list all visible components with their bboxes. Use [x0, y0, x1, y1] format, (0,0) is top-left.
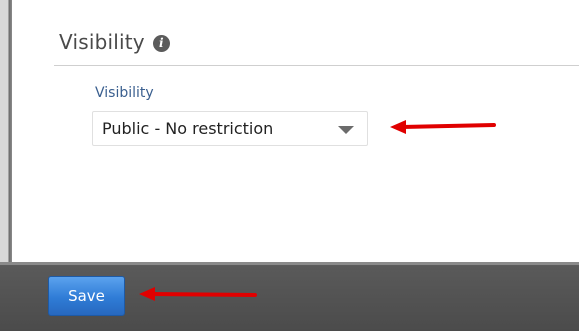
visibility-settings-window: Visibility i Visibility Public - No rest…: [0, 0, 579, 331]
section-header: Visibility i: [59, 30, 170, 54]
info-icon[interactable]: i: [152, 35, 170, 52]
left-page-edge: [0, 0, 12, 262]
visibility-select-value: Public - No restriction: [102, 119, 274, 138]
save-button[interactable]: Save: [48, 276, 125, 316]
annotation-arrow-select: [390, 120, 496, 134]
settings-panel: Visibility i Visibility Public - No rest…: [12, 0, 579, 262]
visibility-field-label: Visibility: [95, 85, 154, 101]
annotation-arrow-save: [139, 287, 257, 301]
footer-top-edge: [0, 262, 579, 265]
visibility-select[interactable]: Public - No restriction: [92, 111, 368, 146]
chevron-down-icon[interactable]: [338, 126, 354, 134]
section-title: Visibility: [59, 30, 145, 54]
section-divider: [54, 65, 579, 66]
